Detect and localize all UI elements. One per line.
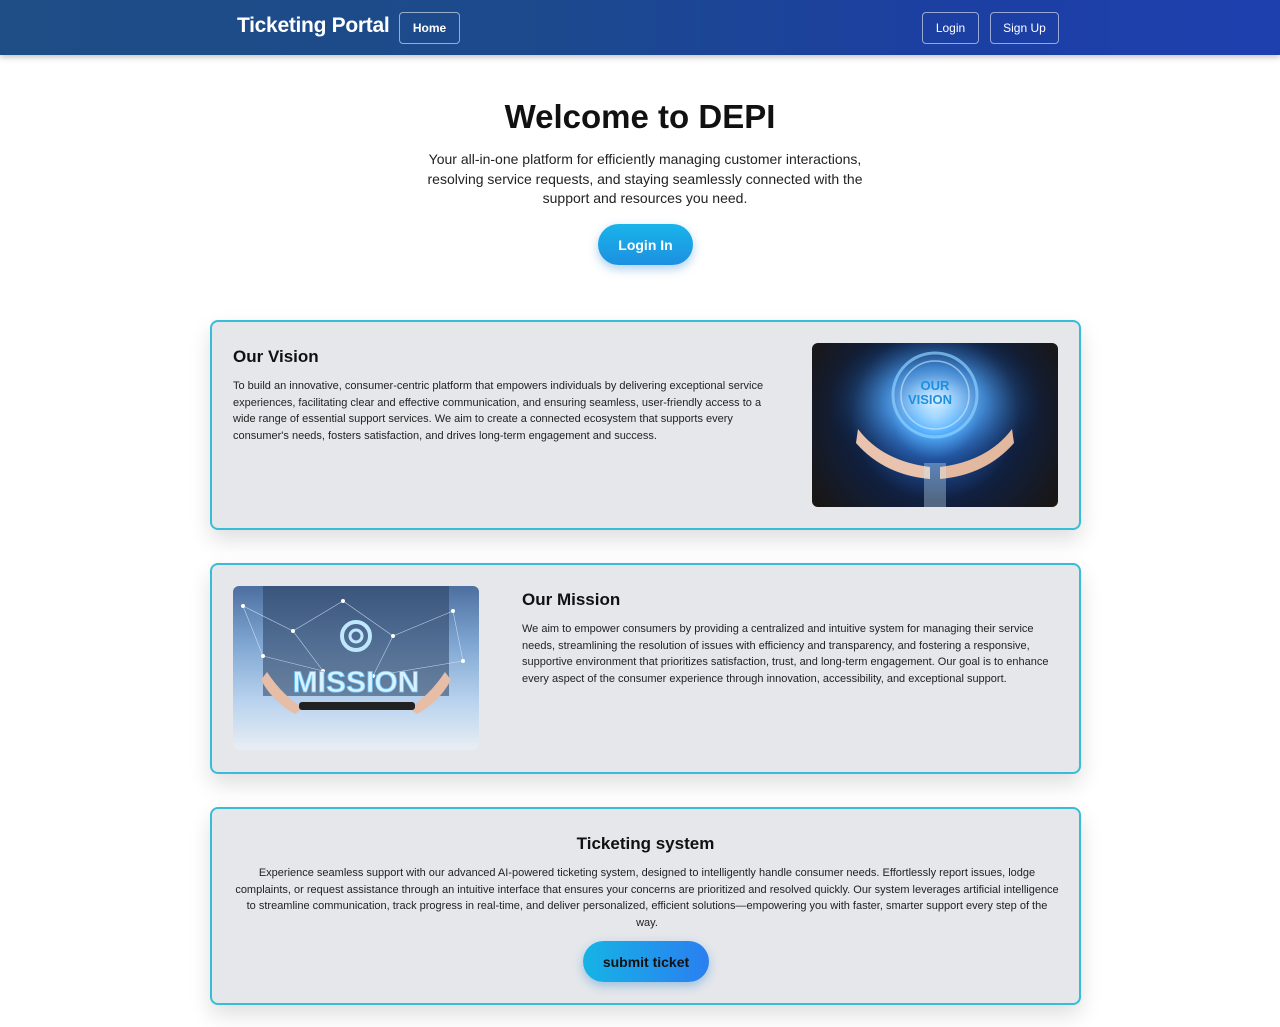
mission-network-illustration: MISSION xyxy=(241,586,465,714)
vision-image-caption-2: VISION xyxy=(908,392,952,407)
nav-home-button[interactable]: Home xyxy=(399,12,460,44)
mission-text: We aim to empower consumers by providing… xyxy=(522,623,1049,686)
mission-image-caption: MISSION xyxy=(293,666,420,699)
brand-logo-text[interactable]: Ticketing Portal xyxy=(237,14,390,38)
ticketing-text: Experience seamless support with our adv… xyxy=(235,867,1059,930)
mission-card: MISSION Our Mission We aim to empower co… xyxy=(210,563,1081,774)
nav-signup-button[interactable]: Sign Up xyxy=(990,12,1059,44)
hero-title: Welcome to DEPI xyxy=(504,98,776,135)
vision-image: OUR VISION xyxy=(812,343,1058,507)
hero-subtitle: Your all-in-one platform for efficiently… xyxy=(427,151,863,206)
ticketing-card: Ticketing system Experience seamless sup… xyxy=(210,807,1081,1005)
vision-card: Our Vision To build an innovative, consu… xyxy=(210,320,1081,530)
vision-text: To build an innovative, consumer-centric… xyxy=(233,380,764,443)
vision-image-caption-1: OUR xyxy=(921,378,951,393)
submit-ticket-button[interactable]: submit ticket xyxy=(583,941,709,982)
mission-title: Our Mission xyxy=(522,590,621,609)
hero-login-button[interactable]: Login In xyxy=(598,224,693,265)
vision-title: Our Vision xyxy=(233,347,319,366)
ticketing-title: Ticketing system xyxy=(576,834,715,853)
nav-login-button[interactable]: Login xyxy=(922,12,979,44)
mission-image: MISSION xyxy=(233,586,479,750)
navbar: Ticketing Portal Home Login Sign Up xyxy=(0,0,1280,55)
vision-hands-illustration: OUR VISION xyxy=(812,343,1058,507)
